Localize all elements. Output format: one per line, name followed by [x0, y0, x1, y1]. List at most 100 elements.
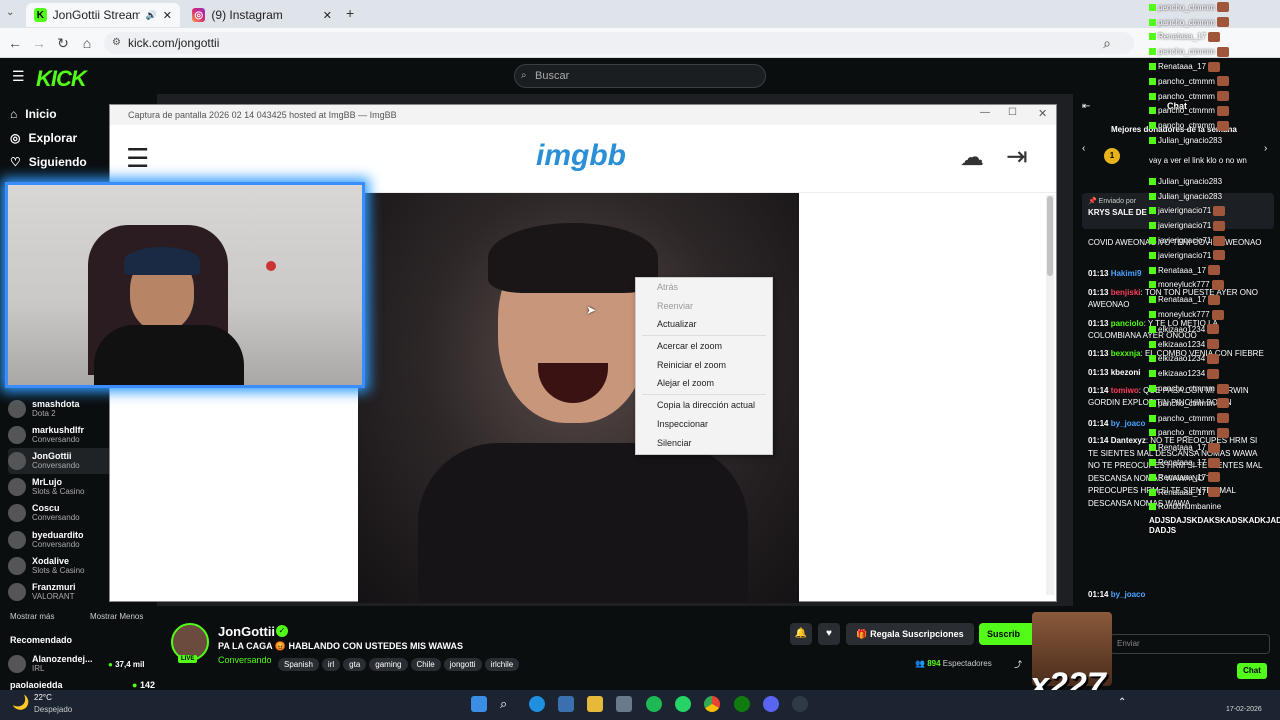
menu-item-inspect[interactable]: Inspeccionar — [636, 415, 772, 434]
channel-name: paolaoiedda — [10, 680, 63, 690]
follow-heart-icon[interactable]: ♥ — [818, 623, 840, 645]
site-info-icon[interactable]: ⚙ — [112, 32, 121, 54]
snipping-tool-icon[interactable] — [616, 696, 632, 712]
menu-icon[interactable]: ☰ — [12, 68, 25, 85]
menu-item-copy-url[interactable]: Copia la dirección actual — [636, 396, 772, 415]
tag[interactable]: Spanish — [278, 658, 319, 671]
search-input[interactable]: ⌕ Buscar — [514, 64, 766, 88]
search-icon[interactable]: ⌕ — [500, 696, 516, 712]
nav-siguiendo[interactable]: ♡ Siguiendo — [10, 155, 87, 169]
badge-icon — [1149, 63, 1156, 71]
nav-explorar[interactable]: ◎ Explorar — [10, 131, 77, 145]
tag[interactable]: irlchile — [484, 658, 520, 671]
verified-icon: ✓ — [276, 625, 288, 637]
badge-icon — [1149, 3, 1156, 11]
close-tab-icon[interactable]: ✕ — [163, 9, 172, 22]
imgbb-logo[interactable]: imgbb — [536, 139, 626, 173]
menu-item-zoom-in[interactable]: Acercar el zoom — [636, 337, 772, 356]
overlay-username: javierignacio71 — [1158, 221, 1212, 231]
system-tray-icon[interactable]: ⌃ — [1118, 697, 1126, 708]
overlay-username: pancho_ctmmm — [1158, 47, 1215, 57]
timestamp: 01:13 — [1088, 288, 1109, 297]
instagram-favicon-icon: ◎ — [192, 8, 206, 22]
tag[interactable]: Chile — [410, 658, 441, 671]
kick-logo[interactable]: KICK — [36, 66, 87, 92]
overlay-row: Renataaa_17 — [1137, 455, 1280, 470]
rank-badge-icon: 1 — [1104, 148, 1120, 164]
overlay-username: Renataaa_17 — [1158, 472, 1207, 482]
upload-cloud-icon[interactable]: ☁ — [960, 143, 984, 172]
weather-temp[interactable]: 22°C — [34, 693, 52, 702]
prev-donor-icon[interactable]: ‹ — [1082, 143, 1085, 154]
scrollbar[interactable] — [1046, 195, 1054, 595]
subscribe-button[interactable]: Suscrib — [979, 623, 1035, 645]
menu-item-reload[interactable]: Actualizar — [636, 315, 772, 334]
home-icon[interactable]: ⌂ — [78, 34, 96, 52]
spotify-icon[interactable] — [646, 696, 662, 712]
clock-date[interactable]: 17-02-2026 — [1226, 706, 1262, 713]
show-less-link[interactable]: Mostrar Menos — [90, 612, 143, 621]
streamer-name[interactable]: JonGottii — [218, 624, 275, 639]
hamburger-icon[interactable]: ☰ — [126, 145, 149, 171]
reload-icon[interactable]: ↻ — [54, 34, 72, 52]
channel-category: Conversando — [32, 513, 80, 522]
channel-name: Franzmuri — [32, 582, 76, 592]
tag[interactable]: gta — [343, 658, 367, 671]
username[interactable]: tomiwo — [1111, 386, 1139, 395]
channel-name: Alanozendej... — [32, 654, 93, 664]
minimize-icon[interactable]: — — [980, 107, 990, 118]
obs-icon[interactable] — [792, 696, 808, 712]
avatar — [8, 452, 26, 470]
file-explorer-icon[interactable] — [587, 696, 603, 712]
forward-icon[interactable]: → — [30, 34, 48, 52]
menu-item-zoom-out[interactable]: Alejar el zoom — [636, 374, 772, 393]
gift-subs-button[interactable]: 🎁 Regala Suscripciones — [846, 623, 974, 645]
channel-name: byeduardito — [32, 530, 84, 540]
new-tab-icon[interactable]: + — [346, 5, 354, 21]
emote-icon — [1213, 220, 1226, 231]
maximize-icon[interactable]: ☐ — [1008, 107, 1017, 118]
back-icon[interactable]: ← — [6, 34, 24, 52]
overlay-username: pancho_ctmmm — [1158, 76, 1215, 86]
chat-overlay: pancho_ctmmm pancho_ctmmm Renataaa_17 pa… — [1137, 0, 1280, 720]
url-field[interactable]: ⚙ kick.com/jongottii — [104, 32, 1134, 54]
store-icon[interactable] — [558, 696, 574, 712]
sign-in-icon[interactable]: ⇥ — [1006, 141, 1028, 172]
menu-item-zoom-reset[interactable]: Reiniciar el zoom — [636, 356, 772, 375]
show-more-link[interactable]: Mostrar más — [10, 612, 54, 621]
stream-category[interactable]: Conversando — [218, 655, 272, 665]
tag[interactable]: jongotti — [443, 658, 482, 671]
discord-icon[interactable] — [763, 696, 779, 712]
menu-item-forward[interactable]: Reenviar — [636, 297, 772, 316]
nav-inicio[interactable]: ⌂ Inicio — [10, 107, 57, 121]
tab-list-icon[interactable]: ⌄ — [6, 7, 14, 18]
avatar — [8, 426, 26, 444]
speaker-icon[interactable]: 🔊 — [146, 10, 157, 21]
tag[interactable]: gaming — [369, 658, 408, 671]
close-tab-icon[interactable]: ✕ — [323, 9, 332, 22]
stream-title: PA LA CAGA 😡 HABLANDO CON USTEDES MIS WA… — [218, 641, 464, 651]
badge-icon — [1149, 399, 1156, 407]
emote-icon — [1211, 279, 1224, 290]
channel-category: VALORANT — [32, 592, 75, 601]
windows-start-icon[interactable] — [471, 696, 487, 712]
share-icon[interactable]: ⤴ — [1014, 659, 1022, 670]
tab-instagram[interactable]: ◎ (9) Instagram ✕ — [184, 3, 340, 27]
zoom-icon[interactable]: ⌕ — [1098, 34, 1116, 52]
recommended-channel[interactable]: Alanozendej... IRL ● 37,4 mil — [8, 651, 153, 677]
xbox-icon[interactable] — [734, 696, 750, 712]
viewer-count: 37,4 mil — [115, 659, 145, 669]
notification-bell-icon[interactable]: 🔔 — [790, 623, 812, 645]
recommended-channel[interactable]: paolaoiedda ● 142 — [10, 680, 155, 690]
tag[interactable]: irl — [321, 658, 341, 671]
emote-icon — [1216, 76, 1229, 87]
menu-item-mute[interactable]: Silenciar — [636, 434, 772, 453]
emote-icon — [1216, 46, 1229, 57]
whatsapp-icon[interactable] — [675, 696, 691, 712]
collapse-chat-icon[interactable]: ⇤ — [1082, 101, 1090, 112]
edge-icon[interactable] — [529, 696, 545, 712]
menu-item-back[interactable]: Atrás — [636, 278, 772, 297]
chrome-icon[interactable] — [704, 696, 720, 712]
close-window-icon[interactable]: ✕ — [1038, 107, 1047, 120]
tab-kick[interactable]: K JonGottii Stream - Watch Li 🔊 ✕ — [26, 3, 180, 27]
